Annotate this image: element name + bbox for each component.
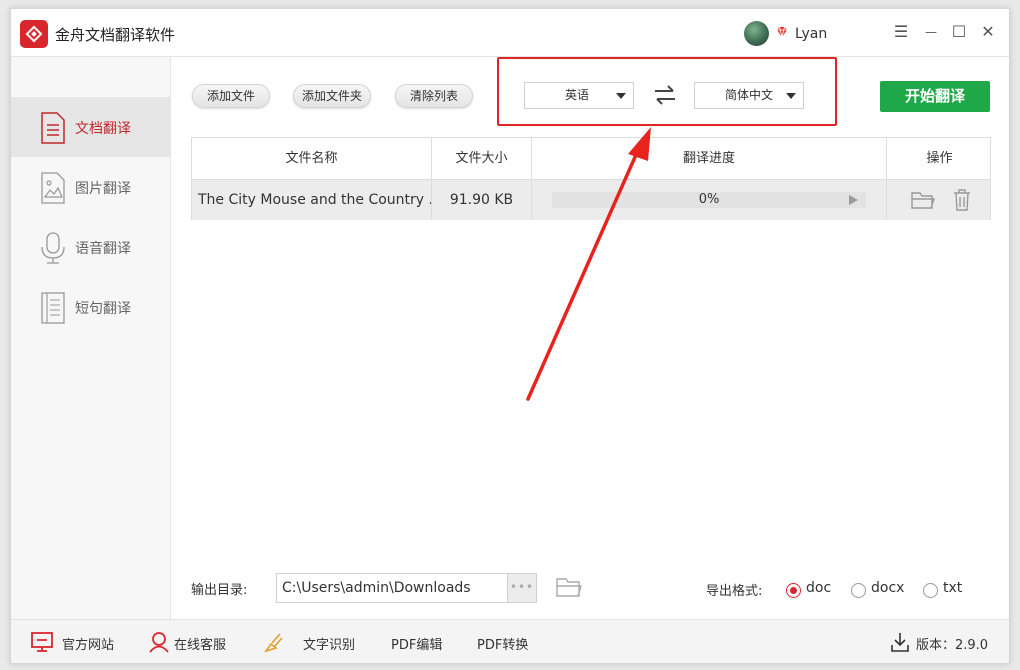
online-service-link[interactable]: 在线客服: [174, 634, 226, 653]
open-folder-icon[interactable]: [911, 190, 935, 210]
text-icon: [41, 292, 65, 324]
format-label-doc[interactable]: doc: [806, 580, 831, 596]
maximize-icon[interactable]: ☐: [948, 21, 970, 43]
table-header: 文件名称 文件大小 翻译进度 操作: [192, 138, 990, 180]
microphone-icon: [41, 232, 65, 264]
sidebar-item-voice-translate[interactable]: 语音翻译: [11, 217, 171, 277]
pdf-edit-link[interactable]: PDF编辑: [391, 634, 442, 653]
export-format-label: 导出格式:: [706, 584, 763, 599]
sidebar-item-label: 文档翻译: [75, 121, 131, 137]
menu-icon[interactable]: ☰: [890, 21, 912, 43]
download-icon[interactable]: [889, 631, 911, 653]
format-radio-txt[interactable]: [923, 583, 938, 598]
official-website-link[interactable]: 官方网站: [62, 634, 114, 653]
sidebar-item-sentence-translate[interactable]: 短句翻译: [11, 277, 171, 337]
open-output-folder-icon[interactable]: [556, 576, 582, 598]
ocr-link[interactable]: 文字识别: [303, 634, 355, 653]
format-radio-docx[interactable]: [851, 583, 866, 598]
footer-bar: 官方网站 在线客服 文字识别 PDF编辑 PDF转换 版本：2.9.0: [11, 619, 1009, 663]
add-folder-button[interactable]: 添加文件夹: [293, 84, 371, 108]
highlight-box: [497, 57, 837, 126]
sidebar: 文档翻译 图片翻译 语音翻译 短句翻译: [11, 57, 171, 619]
delete-icon[interactable]: [953, 189, 971, 211]
sidebar-item-label: 语音翻译: [75, 241, 131, 257]
output-directory-label: 输出目录:: [191, 583, 248, 598]
monitor-icon: [31, 632, 53, 652]
progress-cell: 0%: [532, 180, 887, 220]
column-header-size: 文件大小: [432, 138, 532, 180]
format-radio-doc[interactable]: [786, 583, 801, 598]
browse-button[interactable]: •••: [507, 573, 537, 603]
sidebar-item-label: 短句翻译: [75, 301, 131, 317]
ocr-brush-icon: [263, 633, 283, 653]
version-label: 版本：2.9.0: [916, 638, 989, 653]
actions-cell: [887, 180, 992, 220]
start-translate-button[interactable]: 开始翻译: [880, 81, 990, 112]
app-title: 金舟文档翻译软件: [55, 26, 176, 44]
progress-bar: 0%: [552, 192, 866, 208]
pdf-convert-link[interactable]: PDF转换: [477, 634, 528, 653]
format-label-txt[interactable]: txt: [943, 580, 962, 596]
output-path-field[interactable]: C:\Users\admin\Downloads: [276, 573, 508, 603]
play-icon[interactable]: [849, 195, 858, 205]
image-icon: [41, 172, 65, 204]
column-header-actions: 操作: [926, 151, 953, 166]
column-header-filename: 文件名称: [192, 138, 432, 180]
format-label-docx[interactable]: docx: [871, 580, 904, 596]
username[interactable]: Lyan: [795, 26, 827, 42]
user-avatar[interactable]: [744, 21, 769, 46]
app-window: 金舟文档翻译软件 Lyan ☰ — ☐ ✕ 文档翻译 图片翻译 语音翻译 短句翻…: [10, 8, 1010, 664]
title-bar: 金舟文档翻译软件 Lyan ☰ — ☐ ✕: [11, 9, 1009, 57]
minimize-icon[interactable]: —: [920, 21, 942, 43]
close-icon[interactable]: ✕: [977, 21, 999, 43]
sidebar-item-label: 图片翻译: [75, 181, 131, 197]
column-header-progress: 翻译进度: [532, 138, 887, 180]
table-row[interactable]: The City Mouse and the Country ... 91.90…: [192, 180, 990, 220]
customer-service-icon: [149, 632, 169, 653]
file-size-cell: 91.90 KB: [432, 180, 532, 220]
file-name-cell: The City Mouse and the Country ...: [192, 180, 432, 220]
add-file-button[interactable]: 添加文件: [192, 84, 270, 108]
vip-diamond-icon: [777, 26, 787, 38]
sidebar-item-image-translate[interactable]: 图片翻译: [11, 157, 171, 217]
progress-text: 0%: [698, 192, 720, 207]
document-icon: [41, 112, 65, 144]
app-logo-icon: [20, 20, 48, 48]
sidebar-item-document-translate[interactable]: 文档翻译: [11, 97, 171, 157]
file-table: 文件名称 文件大小 翻译进度 操作 The City Mouse and the…: [191, 137, 991, 220]
clear-list-button[interactable]: 清除列表: [395, 84, 473, 108]
